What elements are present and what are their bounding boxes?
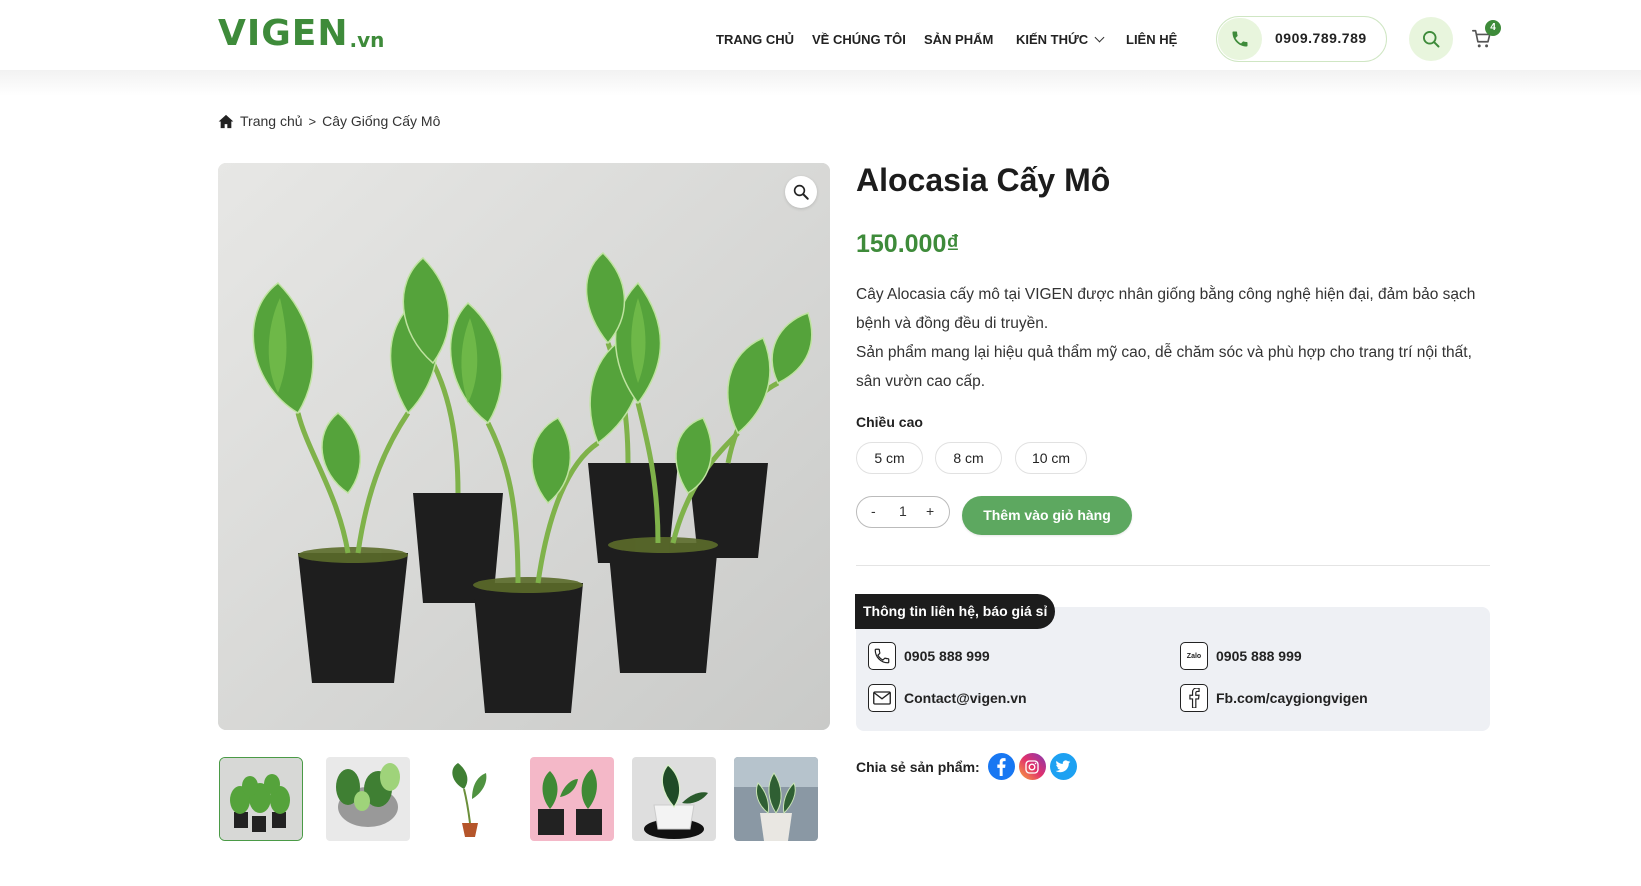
- thumbnail-3[interactable]: [428, 757, 512, 841]
- breadcrumb: Trang chủ > Cây Giống Cấy Mô: [218, 111, 440, 131]
- variant-8cm[interactable]: 8 cm: [935, 442, 1002, 474]
- variant-label: Chiều cao: [856, 414, 923, 430]
- contact-zalo-number: 0905 888 999: [1216, 648, 1302, 664]
- description-paragraph-1: Cây Alocasia cấy mô tại VIGEN được nhân …: [856, 286, 1476, 332]
- thumbnail-2[interactable]: [326, 757, 410, 841]
- logo-text: VIGEN: [218, 13, 349, 54]
- nav-knowledge[interactable]: KIẾN THỨC: [1016, 30, 1105, 50]
- product-main-image[interactable]: [218, 163, 830, 730]
- contact-box-title: Thông tin liên hệ, báo giá sỉ: [855, 594, 1055, 629]
- thumbnail-5[interactable]: [632, 757, 716, 841]
- qty-increase-button[interactable]: +: [926, 503, 934, 519]
- zoom-icon: [793, 184, 809, 200]
- qty-value[interactable]: 1: [899, 503, 907, 519]
- contact-phone-number: 0905 888 999: [904, 648, 990, 664]
- instagram-icon[interactable]: [1018, 753, 1046, 780]
- contact-email-address: Contact@vigen.vn: [904, 690, 1027, 706]
- variant-5cm[interactable]: 5 cm: [856, 442, 923, 474]
- contact-facebook[interactable]: Fb.com/caygiongvigen: [1180, 684, 1368, 712]
- cart-count-badge: 4: [1485, 20, 1501, 36]
- contact-zalo[interactable]: Zalo 0905 888 999: [1180, 642, 1302, 670]
- site-logo[interactable]: VIGEN .vn: [218, 14, 384, 54]
- nav-about[interactable]: VỀ CHÚNG TÔI: [812, 30, 906, 50]
- zalo-icon: Zalo: [1180, 642, 1208, 670]
- variant-10cm[interactable]: 10 cm: [1015, 442, 1087, 474]
- logo-domain: .vn: [349, 28, 385, 52]
- qty-decrease-button[interactable]: -: [871, 503, 876, 519]
- quantity-stepper: - 1 +: [856, 496, 950, 528]
- nav-contact[interactable]: LIÊN HỆ: [1126, 30, 1177, 50]
- product-title: Alocasia Cấy Mô: [856, 162, 1111, 198]
- hotline-number: 0909.789.789: [1275, 30, 1367, 46]
- breadcrumb-home[interactable]: Trang chủ: [240, 113, 303, 129]
- breadcrumb-current[interactable]: Cây Giống Cấy Mô: [322, 113, 440, 129]
- nav-home[interactable]: TRANG CHỦ: [716, 30, 794, 50]
- chevron-down-icon: [1094, 32, 1105, 43]
- zoom-button[interactable]: [785, 176, 817, 208]
- description-paragraph-2: Sản phẩm mang lại hiệu quả thẩm mỹ cao, …: [856, 344, 1472, 390]
- mail-icon: [868, 684, 896, 712]
- facebook-icon[interactable]: [987, 753, 1015, 780]
- home-icon[interactable]: [218, 114, 234, 129]
- contact-email[interactable]: Contact@vigen.vn: [868, 684, 1027, 712]
- nav-products[interactable]: SẢN PHẨM: [924, 30, 993, 50]
- search-icon: [1423, 31, 1440, 48]
- share-section: Chia sẻ sản phẩm:: [856, 753, 1077, 780]
- product-price: 150.000₫: [856, 230, 960, 258]
- nav-knowledge-label: KIẾN THỨC: [1016, 32, 1089, 47]
- hotline-button[interactable]: 0909.789.789: [1216, 16, 1387, 62]
- thumbnail-1[interactable]: [219, 757, 303, 841]
- thumbnail-6[interactable]: [734, 757, 818, 841]
- phone-icon: [1218, 18, 1262, 60]
- contact-facebook-link: Fb.com/caygiongvigen: [1216, 690, 1368, 706]
- add-to-cart-button[interactable]: Thêm vào giỏ hàng: [962, 496, 1132, 535]
- search-button[interactable]: [1409, 17, 1453, 61]
- breadcrumb-separator: >: [308, 113, 317, 129]
- zalo-icon-text: Zalo: [1186, 652, 1202, 660]
- section-divider: [856, 565, 1490, 566]
- share-label: Chia sẻ sản phẩm:: [856, 758, 980, 775]
- header-divider: [0, 70, 1641, 96]
- phone-icon: [868, 642, 896, 670]
- thumbnail-4[interactable]: [530, 757, 614, 841]
- facebook-outline-icon: [1180, 684, 1208, 712]
- product-description: Cây Alocasia cấy mô tại VIGEN được nhân …: [856, 280, 1496, 396]
- contact-phone[interactable]: 0905 888 999: [868, 642, 990, 670]
- twitter-icon[interactable]: [1049, 753, 1077, 780]
